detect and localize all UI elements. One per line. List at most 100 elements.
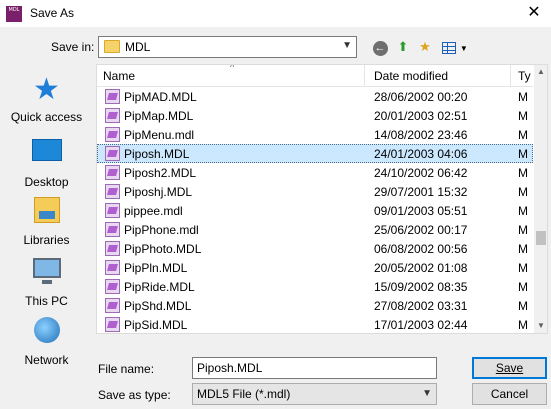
save-in-value: MDL <box>125 40 151 54</box>
back-button[interactable]: ← <box>370 37 390 57</box>
file-name-cell: PipRide.MDL <box>124 280 195 294</box>
mdl-file-icon <box>105 127 120 142</box>
file-date-cell: 24/01/2003 04:06 <box>374 147 468 161</box>
scroll-up-icon[interactable]: ▲ <box>534 65 547 79</box>
window-title: Save As <box>30 6 75 20</box>
quick-access-star-icon: ★ <box>33 73 60 106</box>
file-row[interactable]: Piposh.MDL 24/01/2003 04:06 M <box>97 144 533 163</box>
column-separator[interactable] <box>510 65 511 87</box>
file-name-cell: PipMap.MDL <box>124 109 194 123</box>
file-row[interactable]: PipPln.MDL 20/05/2002 01:08 M <box>97 258 533 277</box>
mdl-file-icon <box>105 222 120 237</box>
view-menu-button[interactable]: ▼ <box>440 37 470 57</box>
file-date-cell: 24/10/2002 06:42 <box>374 166 468 180</box>
save-button[interactable]: Save <box>472 357 547 379</box>
file-name-cell: PipPln.MDL <box>124 261 188 275</box>
file-date-cell: 28/06/2002 00:20 <box>374 90 468 104</box>
view-grid-icon <box>442 41 457 54</box>
chevron-down-icon: ▼ <box>422 388 432 399</box>
file-type-cell: M <box>518 204 528 218</box>
up-folder-icon: ⬆ <box>397 39 409 54</box>
vertical-scrollbar[interactable]: ▲ ▼ <box>534 65 547 333</box>
file-name-input[interactable]: Piposh.MDL <box>192 357 437 379</box>
scroll-down-icon[interactable]: ▼ <box>534 319 547 333</box>
close-icon[interactable]: ✕ <box>522 2 546 24</box>
file-row[interactable]: PipSid.MDL 17/01/2003 02:44 M <box>97 315 533 333</box>
file-rows: PipMAD.MDL 28/06/2002 00:20 M PipMap.MDL 20/… <box>97 87 533 333</box>
file-date-cell: 20/01/2003 02:51 <box>374 109 468 123</box>
file-name-cell: PipMenu.mdl <box>124 128 195 142</box>
file-list[interactable]: ^ Name Date modified Ty PipMAD.MDL 28/06/… <box>96 64 548 334</box>
file-date-cell: 25/06/2002 00:17 <box>374 223 468 237</box>
file-type-cell: M <box>518 261 528 275</box>
chevron-down-icon: ▼ <box>342 40 352 51</box>
up-one-level-button[interactable]: ⬆ <box>393 37 413 57</box>
file-row[interactable]: PipMap.MDL 20/01/2003 02:51 M <box>97 106 533 125</box>
file-date-cell: 20/05/2002 01:08 <box>374 261 468 275</box>
app-icon: MDL <box>6 6 22 22</box>
mdl-file-icon <box>105 298 120 313</box>
mdl-file-icon <box>105 317 120 332</box>
save-button-label: Save <box>495 361 524 375</box>
file-row[interactable]: PipPhoto.MDL 06/08/2002 00:56 M <box>97 239 533 258</box>
file-row[interactable]: PipMAD.MDL 28/06/2002 00:20 M <box>97 87 533 106</box>
file-type-cell: M <box>518 223 528 237</box>
new-folder-icon: ★ <box>419 39 431 54</box>
place-label: Quick access <box>10 110 83 124</box>
file-type-cell: M <box>518 128 528 142</box>
column-separator[interactable] <box>364 65 365 87</box>
file-date-cell: 09/01/2003 05:51 <box>374 204 468 218</box>
file-name-value: Piposh.MDL <box>197 361 263 375</box>
file-name-cell: PipMAD.MDL <box>124 90 197 104</box>
save-as-type-dropdown[interactable]: MDL5 File (*.mdl) ▼ <box>192 383 437 405</box>
file-date-cell: 27/08/2002 03:31 <box>374 299 468 313</box>
file-row[interactable]: PipPhone.mdl 25/06/2002 00:17 M <box>97 220 533 239</box>
place-label: Libraries <box>23 233 70 247</box>
file-name-cell: PipSid.MDL <box>124 318 188 332</box>
place-quick-access[interactable]: ★ Quick access <box>1 73 92 125</box>
place-libraries[interactable]: Libraries <box>1 194 92 247</box>
places-bar: ★ Quick access Desktop Libraries This PC… <box>1 64 92 382</box>
place-label: Network <box>24 353 69 367</box>
mdl-file-icon <box>105 165 120 180</box>
file-type-cell: M <box>518 242 528 256</box>
save-in-dropdown[interactable]: MDL ▼ <box>98 36 357 58</box>
file-row[interactable]: PipMenu.mdl 14/08/2002 23:46 M <box>97 125 533 144</box>
file-name-label: File name: <box>98 362 155 376</box>
file-type-cell: M <box>518 185 528 199</box>
file-date-cell: 29/07/2001 15:32 <box>374 185 468 199</box>
mdl-file-icon <box>105 203 120 218</box>
network-icon <box>31 317 63 349</box>
column-type[interactable]: Ty <box>518 69 531 83</box>
file-row[interactable]: pippee.mdl 09/01/2003 05:51 M <box>97 201 533 220</box>
mdl-file-icon <box>105 184 120 199</box>
scroll-thumb[interactable] <box>536 231 546 245</box>
libraries-icon <box>31 197 63 229</box>
file-date-cell: 17/01/2003 02:44 <box>374 318 468 332</box>
file-name-cell: Piposh.MDL <box>124 147 190 161</box>
file-name-cell: pippee.mdl <box>124 204 183 218</box>
place-desktop[interactable]: Desktop <box>1 134 92 189</box>
file-name-cell: Piposh2.MDL <box>124 166 197 180</box>
file-name-cell: PipPhoto.MDL <box>124 242 202 256</box>
file-type-cell: M <box>518 318 528 332</box>
mdl-file-icon <box>105 108 120 123</box>
save-in-label: Save in: <box>51 40 95 54</box>
file-row[interactable]: Piposhj.MDL 29/07/2001 15:32 M <box>97 182 533 201</box>
place-network[interactable]: Network <box>1 314 92 367</box>
file-row[interactable]: PipRide.MDL 15/09/2002 08:35 M <box>97 277 533 296</box>
new-folder-button[interactable]: ★ <box>415 37 435 57</box>
column-name[interactable]: Name <box>103 69 135 83</box>
cancel-button[interactable]: Cancel <box>472 383 547 405</box>
file-row[interactable]: PipShd.MDL 27/08/2002 03:31 M <box>97 296 533 315</box>
column-date-modified[interactable]: Date modified <box>374 69 448 83</box>
save-as-type-label: Save as type: <box>98 388 171 402</box>
place-this-pc[interactable]: This PC <box>1 254 92 308</box>
column-header-row: ^ Name Date modified Ty <box>97 65 533 87</box>
file-row[interactable]: Piposh2.MDL 24/10/2002 06:42 M <box>97 163 533 182</box>
file-name-cell: Piposhj.MDL <box>124 185 193 199</box>
file-name-cell: PipShd.MDL <box>124 299 192 313</box>
this-pc-icon <box>31 258 63 290</box>
title-bar: MDL Save As ✕ <box>0 0 551 27</box>
file-date-cell: 14/08/2002 23:46 <box>374 128 468 142</box>
